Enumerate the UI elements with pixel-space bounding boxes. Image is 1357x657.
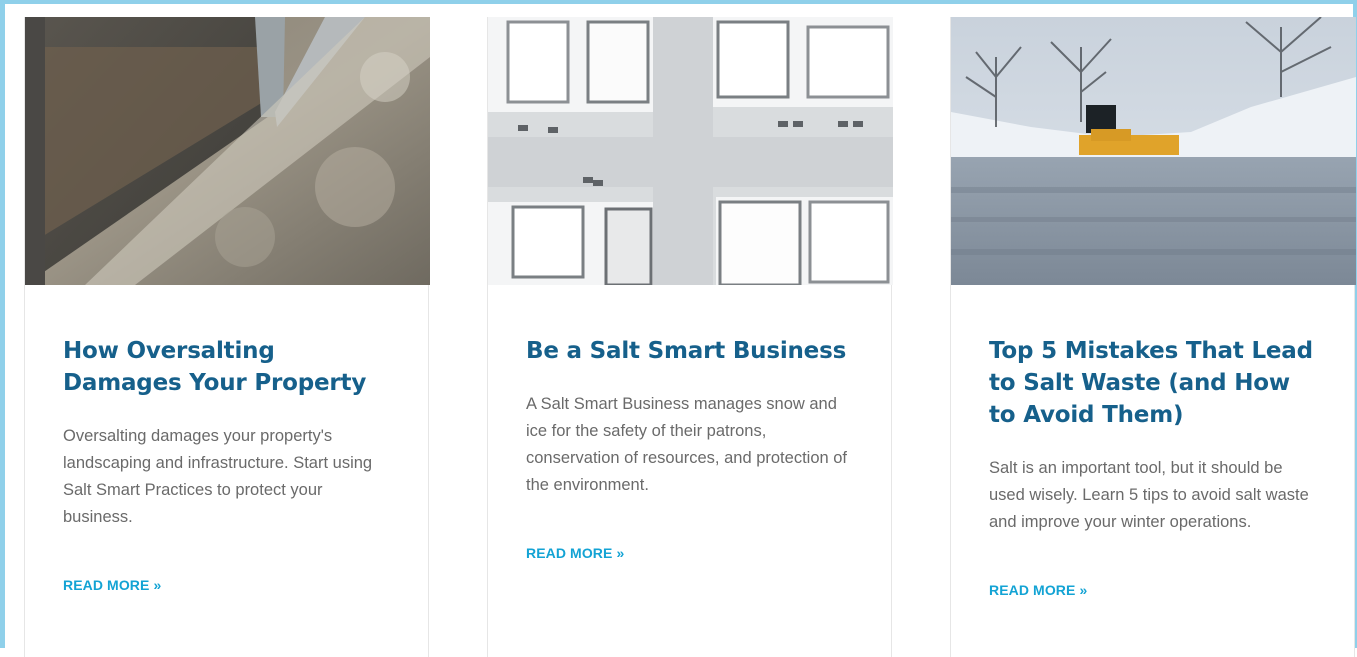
post-excerpt-3: Salt is an important tool, but it should… [989,459,1309,531]
page-frame-left [0,0,5,648]
read-more-link-2[interactable]: READ MORE » [526,545,624,561]
post-excerpt-1: Oversalting damages your property's land… [63,427,373,526]
page-frame-top [0,0,1357,4]
snowplow-parking-lot-image [951,17,1356,285]
post-thumbnail-3[interactable] [951,17,1356,285]
post-card-3: Top 5 Mistakes That Lead to Salt Waste (… [950,17,1356,657]
post-title-1[interactable]: How Oversalting Damages Your Property [63,335,393,399]
post-title-2[interactable]: Be a Salt Smart Business [526,335,856,367]
post-thumbnail-2[interactable] [488,17,893,285]
post-excerpt-2: A Salt Smart Business manages snow and i… [526,395,848,494]
post-thumbnail-1[interactable] [25,17,430,285]
post-title-3[interactable]: Top 5 Mistakes That Lead to Salt Waste (… [989,335,1319,431]
oversalted-doorway-image [25,17,430,285]
read-more-link-1[interactable]: READ MORE » [63,577,161,593]
post-card-2: Be a Salt Smart Business A Salt Smart Bu… [487,17,893,657]
post-card-1: How Oversalting Damages Your Property Ov… [24,17,430,657]
read-more-link-3[interactable]: READ MORE » [989,582,1087,598]
aerial-snowy-buildings-image [488,17,893,285]
